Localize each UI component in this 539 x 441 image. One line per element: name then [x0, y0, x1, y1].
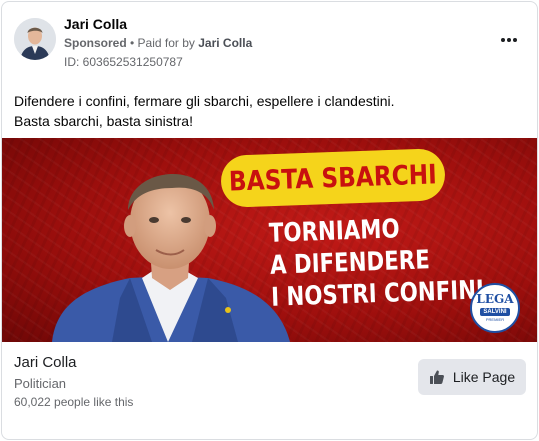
paid-for-name: Jari Colla: [198, 36, 253, 50]
ad-creative-image[interactable]: BASTA SBARCHI TORNIAMO A DIFENDERE I NOS…: [2, 138, 537, 342]
page-category: Politician: [14, 376, 67, 391]
party-logo-band: SALVINI: [480, 307, 510, 316]
party-logo-text: LEGA: [476, 291, 514, 306]
paid-for-prefix: Paid for by: [137, 36, 199, 50]
advertiser-name[interactable]: Jari Colla: [64, 16, 127, 32]
page-name[interactable]: Jari Colla: [14, 354, 77, 371]
creative-headline: TORNIAMO A DIFENDERE I NOSTRI CONFINI: [268, 210, 491, 314]
like-page-label: Like Page: [452, 369, 516, 385]
ad-body-line: Difendere i confini, fermare gli sbarchi…: [14, 93, 395, 109]
sponsorship-line: Sponsored • Paid for by Jari Colla: [64, 36, 252, 50]
badge-text: BASTA SBARCHI: [228, 158, 438, 198]
headline-line: I NOSTRI CONFINI: [270, 275, 485, 313]
headline-badge: BASTA SBARCHI: [220, 148, 446, 208]
like-page-button[interactable]: Like Page: [418, 359, 526, 395]
party-logo-sub: PREMIER: [485, 316, 505, 322]
ad-card: Jari Colla Sponsored • Paid for by Jari …: [1, 1, 538, 440]
more-options-icon[interactable]: [497, 30, 521, 50]
meta-separator: •: [126, 36, 138, 50]
page-likes-count: 60,022 people like this: [14, 395, 134, 409]
ad-id: ID: 603652531250787: [64, 55, 183, 69]
thumbs-up-icon: [429, 370, 444, 384]
avatar-portrait: [14, 18, 56, 60]
party-logo: LEGA SALVINI PREMIER: [470, 283, 520, 333]
ad-body-text: Difendere i confini, fermare gli sbarchi…: [14, 91, 514, 131]
ad-body-line: Basta sbarchi, basta sinistra!: [14, 113, 193, 129]
advertiser-avatar[interactable]: [14, 18, 56, 60]
sponsored-label: Sponsored: [64, 36, 127, 50]
